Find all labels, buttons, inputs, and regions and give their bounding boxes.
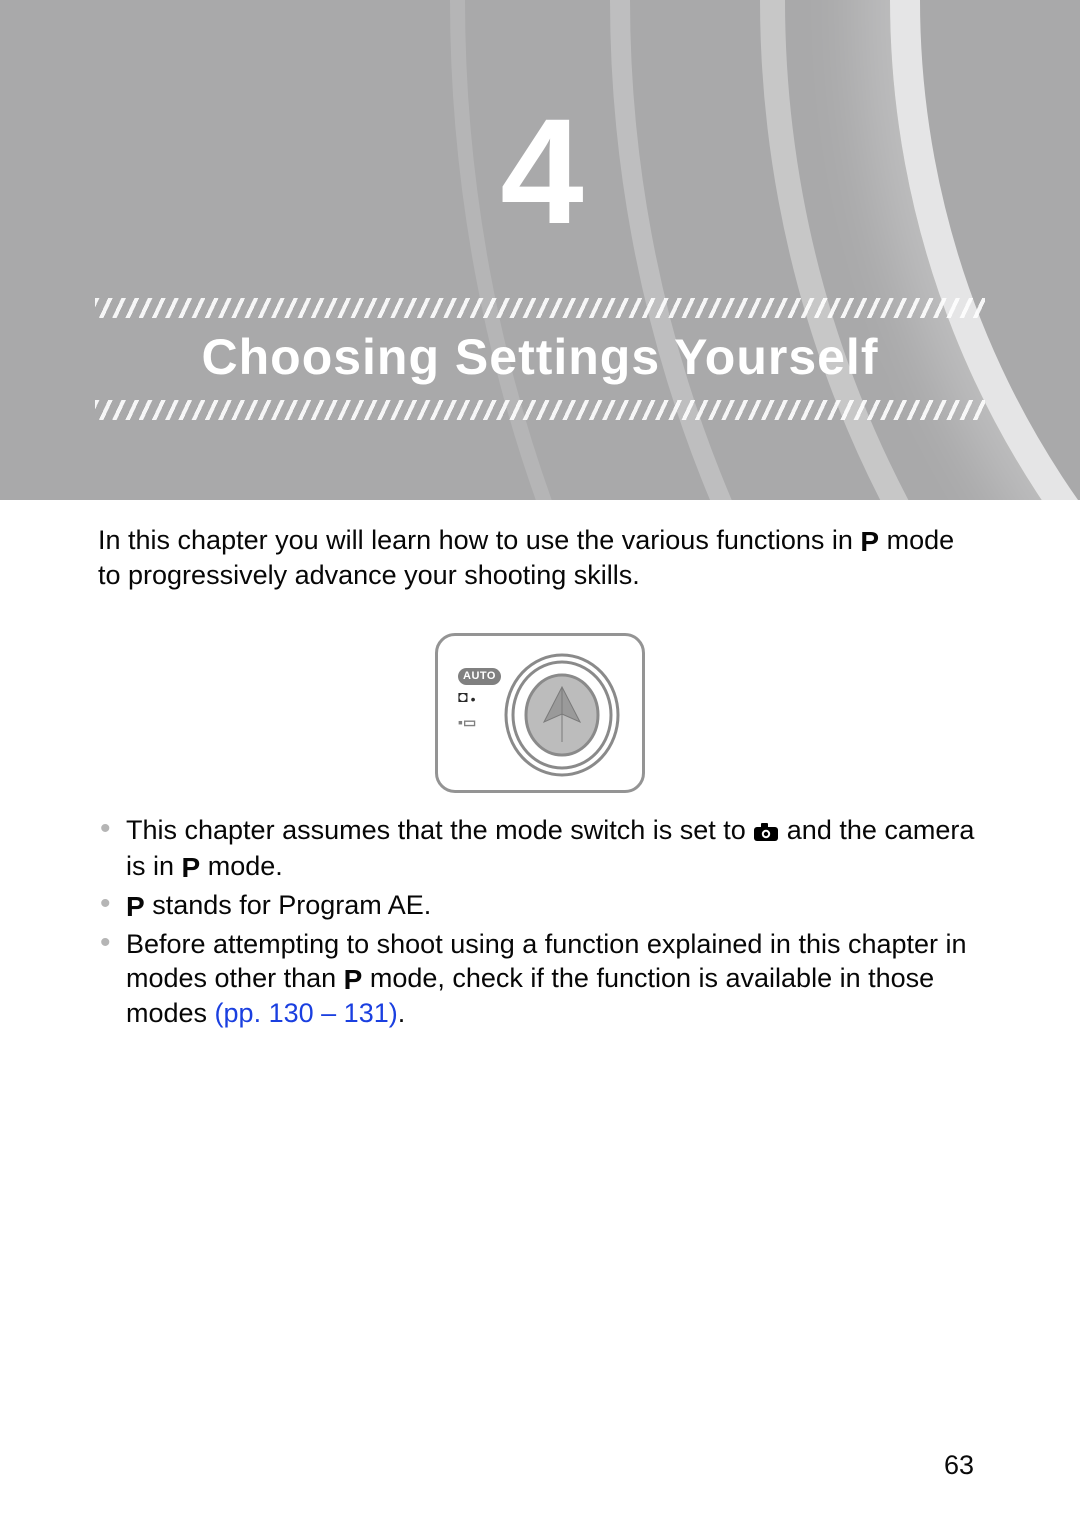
camera-mode-icon: ◘ bbox=[458, 689, 468, 706]
mode-switch-frame: AUTO ◘ ▪▭ bbox=[435, 633, 645, 793]
decorative-hatching bbox=[95, 298, 985, 318]
p-mode-icon: P bbox=[126, 889, 145, 924]
list-item: Before attempting to shoot using a funct… bbox=[98, 928, 982, 1031]
chapter-title: Choosing Settings Yourself bbox=[0, 328, 1080, 386]
page-reference-link[interactable]: (pp. 130 – 131) bbox=[215, 998, 398, 1028]
p-mode-icon: P bbox=[182, 850, 201, 885]
link-text: ) bbox=[389, 998, 398, 1028]
p-mode-icon: P bbox=[344, 962, 363, 997]
auto-label: AUTO bbox=[458, 668, 501, 686]
video-mode-icon: ▪▭ bbox=[458, 714, 476, 730]
bullet-text: . bbox=[398, 998, 406, 1028]
list-item: This chapter assumes that the mode switc… bbox=[98, 814, 982, 886]
bullet-text: mode. bbox=[200, 851, 283, 881]
mode-dial-icon bbox=[502, 652, 622, 778]
mode-labels: AUTO ◘ ▪▭ bbox=[458, 666, 501, 734]
chapter-number: 4 bbox=[0, 85, 1080, 258]
camera-icon bbox=[753, 817, 779, 851]
chapter-header: 4 Choosing Settings Yourself bbox=[0, 0, 1080, 500]
bullet-list: This chapter assumes that the mode switc… bbox=[98, 814, 982, 1031]
p-mode-icon: P bbox=[860, 524, 879, 559]
link-text: 130 bbox=[269, 998, 314, 1028]
intro-paragraph: In this chapter you will learn how to us… bbox=[98, 524, 982, 593]
link-text: (pp. bbox=[215, 998, 269, 1028]
list-item: P stands for Program AE. bbox=[98, 889, 982, 924]
link-text: 131 bbox=[344, 998, 389, 1028]
decorative-hatching bbox=[95, 400, 985, 420]
page-number: 63 bbox=[944, 1450, 974, 1481]
mode-switch-illustration: AUTO ◘ ▪▭ bbox=[98, 633, 982, 802]
intro-text: In this chapter you will learn how to us… bbox=[98, 525, 860, 555]
body-content: In this chapter you will learn how to us… bbox=[0, 500, 1080, 1031]
link-text: – bbox=[314, 998, 344, 1028]
bullet-text: This chapter assumes that the mode switc… bbox=[126, 815, 753, 845]
bullet-text: stands for Program AE. bbox=[145, 890, 432, 920]
